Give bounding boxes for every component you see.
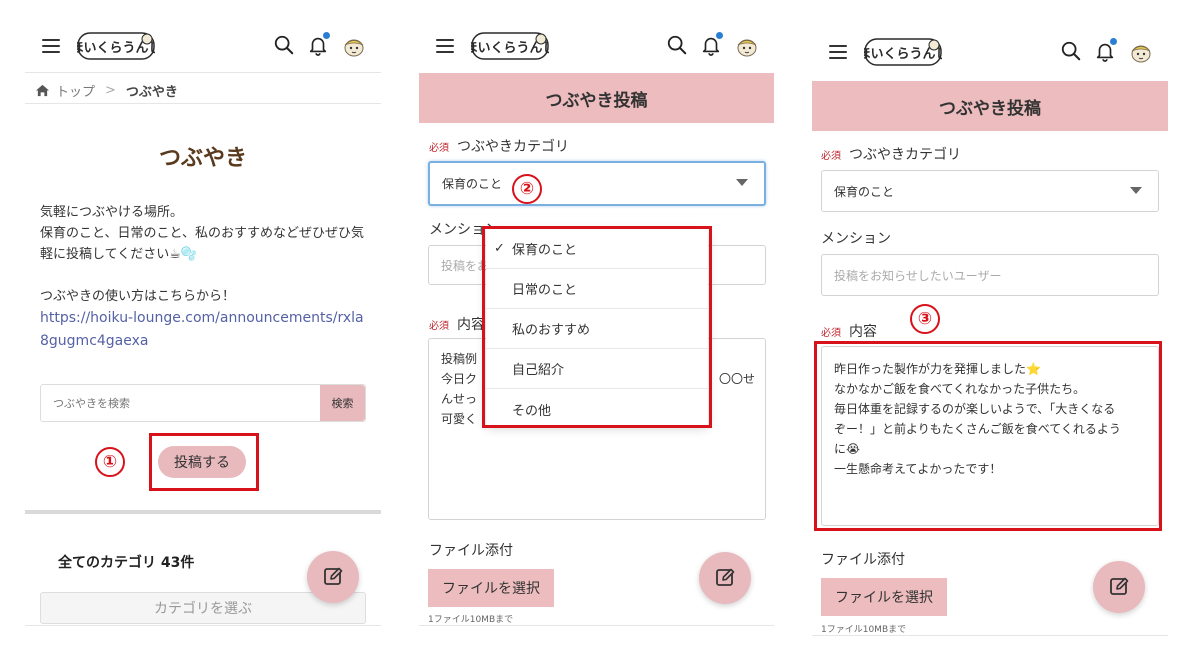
search-box: 検索 (40, 384, 366, 422)
mention-label-text: メンション (821, 231, 891, 247)
app-logo[interactable] (77, 30, 155, 62)
content-label: 必須 内容 (429, 314, 485, 334)
bell-icon[interactable] (700, 32, 723, 58)
chevron-down-icon (736, 179, 748, 186)
highlight-post-button (149, 433, 259, 491)
category-select[interactable]: 保育のこと (428, 161, 766, 206)
page-title: つぶやき (158, 146, 247, 171)
search-button[interactable]: 検索 (320, 385, 365, 421)
app-header (25, 24, 381, 70)
step-marker-2: ② (512, 174, 542, 204)
howto-text: つぶやきの使い方はこちらから！ (40, 289, 236, 304)
avatar-icon[interactable] (734, 34, 760, 58)
breadcrumb: トップ > つぶやき (25, 72, 381, 104)
app-logo[interactable] (864, 36, 942, 68)
breadcrumb-separator: > (105, 82, 116, 98)
highlight-dropdown (482, 226, 712, 428)
description-line1: 気軽につぶやける場所。 (40, 205, 184, 220)
home-icon (35, 84, 50, 97)
bell-icon[interactable] (1094, 38, 1117, 64)
category-select-value: 保育のこと (442, 177, 503, 191)
content-label-text: 内容 (849, 324, 877, 340)
content-label: 必須 内容 (821, 321, 877, 341)
notification-dot (1110, 38, 1117, 45)
category-select-value: 保育のこと (834, 184, 895, 199)
screen-tweet-list: トップ > つぶやき つぶやき 気軽につぶやける場所。 保育のこと、日常のこと、… (25, 0, 381, 650)
menu-icon[interactable] (829, 45, 847, 59)
required-badge: 必須 (429, 142, 449, 154)
required-badge: 必須 (821, 327, 841, 339)
content-label-text: 内容 (457, 317, 485, 333)
bottom-border (812, 635, 1168, 636)
category-count: 全てのカテゴリ 43件 (58, 555, 195, 571)
form-heading: つぶやき投稿 (419, 73, 774, 123)
section-divider (25, 510, 381, 514)
notification-dot (716, 32, 723, 39)
highlight-content-textarea (814, 341, 1162, 531)
screen-post-form-filled: つぶやき投稿 必須 つぶやきカテゴリ 保育のこと メンション 投稿をお知らせした… (812, 0, 1168, 650)
form-heading: つぶやき投稿 (812, 81, 1168, 131)
file-size-note: 1ファイル10MBまで (821, 625, 907, 635)
page-description: 気軽につぶやける場所。 保育のこと、日常のこと、私のおすすめなどぜひぜひ気軽に投… (40, 202, 370, 353)
edit-icon (713, 566, 737, 590)
menu-icon[interactable] (42, 39, 60, 53)
app-header (812, 30, 1168, 76)
category-label-text: つぶやきカテゴリ (849, 147, 961, 163)
breadcrumb-home[interactable]: トップ (56, 81, 95, 100)
file-size-note: 1ファイル10MBまで (428, 615, 514, 625)
file-select-button[interactable]: ファイルを選択 (821, 578, 947, 616)
file-select-button[interactable]: ファイルを選択 (428, 569, 554, 607)
mention-placeholder: 投稿をお知らせしたいユーザー (834, 268, 1002, 283)
avatar-icon[interactable] (1128, 40, 1154, 64)
step-marker-1: ① (95, 447, 125, 477)
compose-fab[interactable] (307, 551, 359, 603)
category-label: 必須 つぶやきカテゴリ (821, 144, 961, 164)
bottom-border (419, 625, 774, 626)
step-marker-3: ③ (910, 304, 940, 334)
app-logo[interactable] (471, 30, 549, 62)
content-line-tail: 〇〇せ (718, 372, 755, 386)
required-badge: 必須 (429, 320, 449, 332)
compose-fab[interactable] (1093, 561, 1145, 613)
compose-fab[interactable] (699, 552, 751, 604)
required-badge: 必須 (821, 150, 841, 162)
howto-link[interactable]: https://hoiku-lounge.com/announcements/r… (40, 307, 370, 353)
bottom-border (25, 625, 381, 626)
search-icon[interactable] (1060, 40, 1082, 64)
description-line2: 保育のこと、日常のこと、私のおすすめなどぜひぜひ気軽に投稿してください☕🫧 (40, 226, 364, 262)
edit-icon (1107, 575, 1131, 599)
breadcrumb-current: つぶやき (125, 84, 178, 100)
mention-label: メンション (821, 228, 891, 248)
search-icon[interactable] (666, 34, 688, 58)
category-select[interactable]: 保育のこと (821, 170, 1159, 212)
chevron-down-icon (1130, 187, 1142, 194)
search-icon[interactable] (273, 34, 295, 58)
file-label-text: ファイル添付 (821, 552, 905, 568)
bell-icon[interactable] (307, 32, 330, 58)
app-header (419, 24, 774, 70)
screen-post-form-dropdown: つぶやき投稿 必須 つぶやきカテゴリ 保育のこと ② メンション 投稿をお 必須… (419, 0, 774, 650)
edit-icon (321, 565, 345, 589)
notification-dot (323, 32, 330, 39)
file-label: ファイル添付 (429, 540, 513, 560)
file-label-text: ファイル添付 (429, 543, 513, 559)
file-label: ファイル添付 (821, 549, 905, 569)
search-input[interactable] (41, 385, 320, 421)
menu-icon[interactable] (436, 39, 454, 53)
category-label: 必須 つぶやきカテゴリ (429, 136, 569, 156)
mention-input[interactable]: 投稿をお知らせしたいユーザー (821, 254, 1159, 296)
category-label-text: つぶやきカテゴリ (457, 139, 569, 155)
avatar-icon[interactable] (341, 34, 367, 58)
